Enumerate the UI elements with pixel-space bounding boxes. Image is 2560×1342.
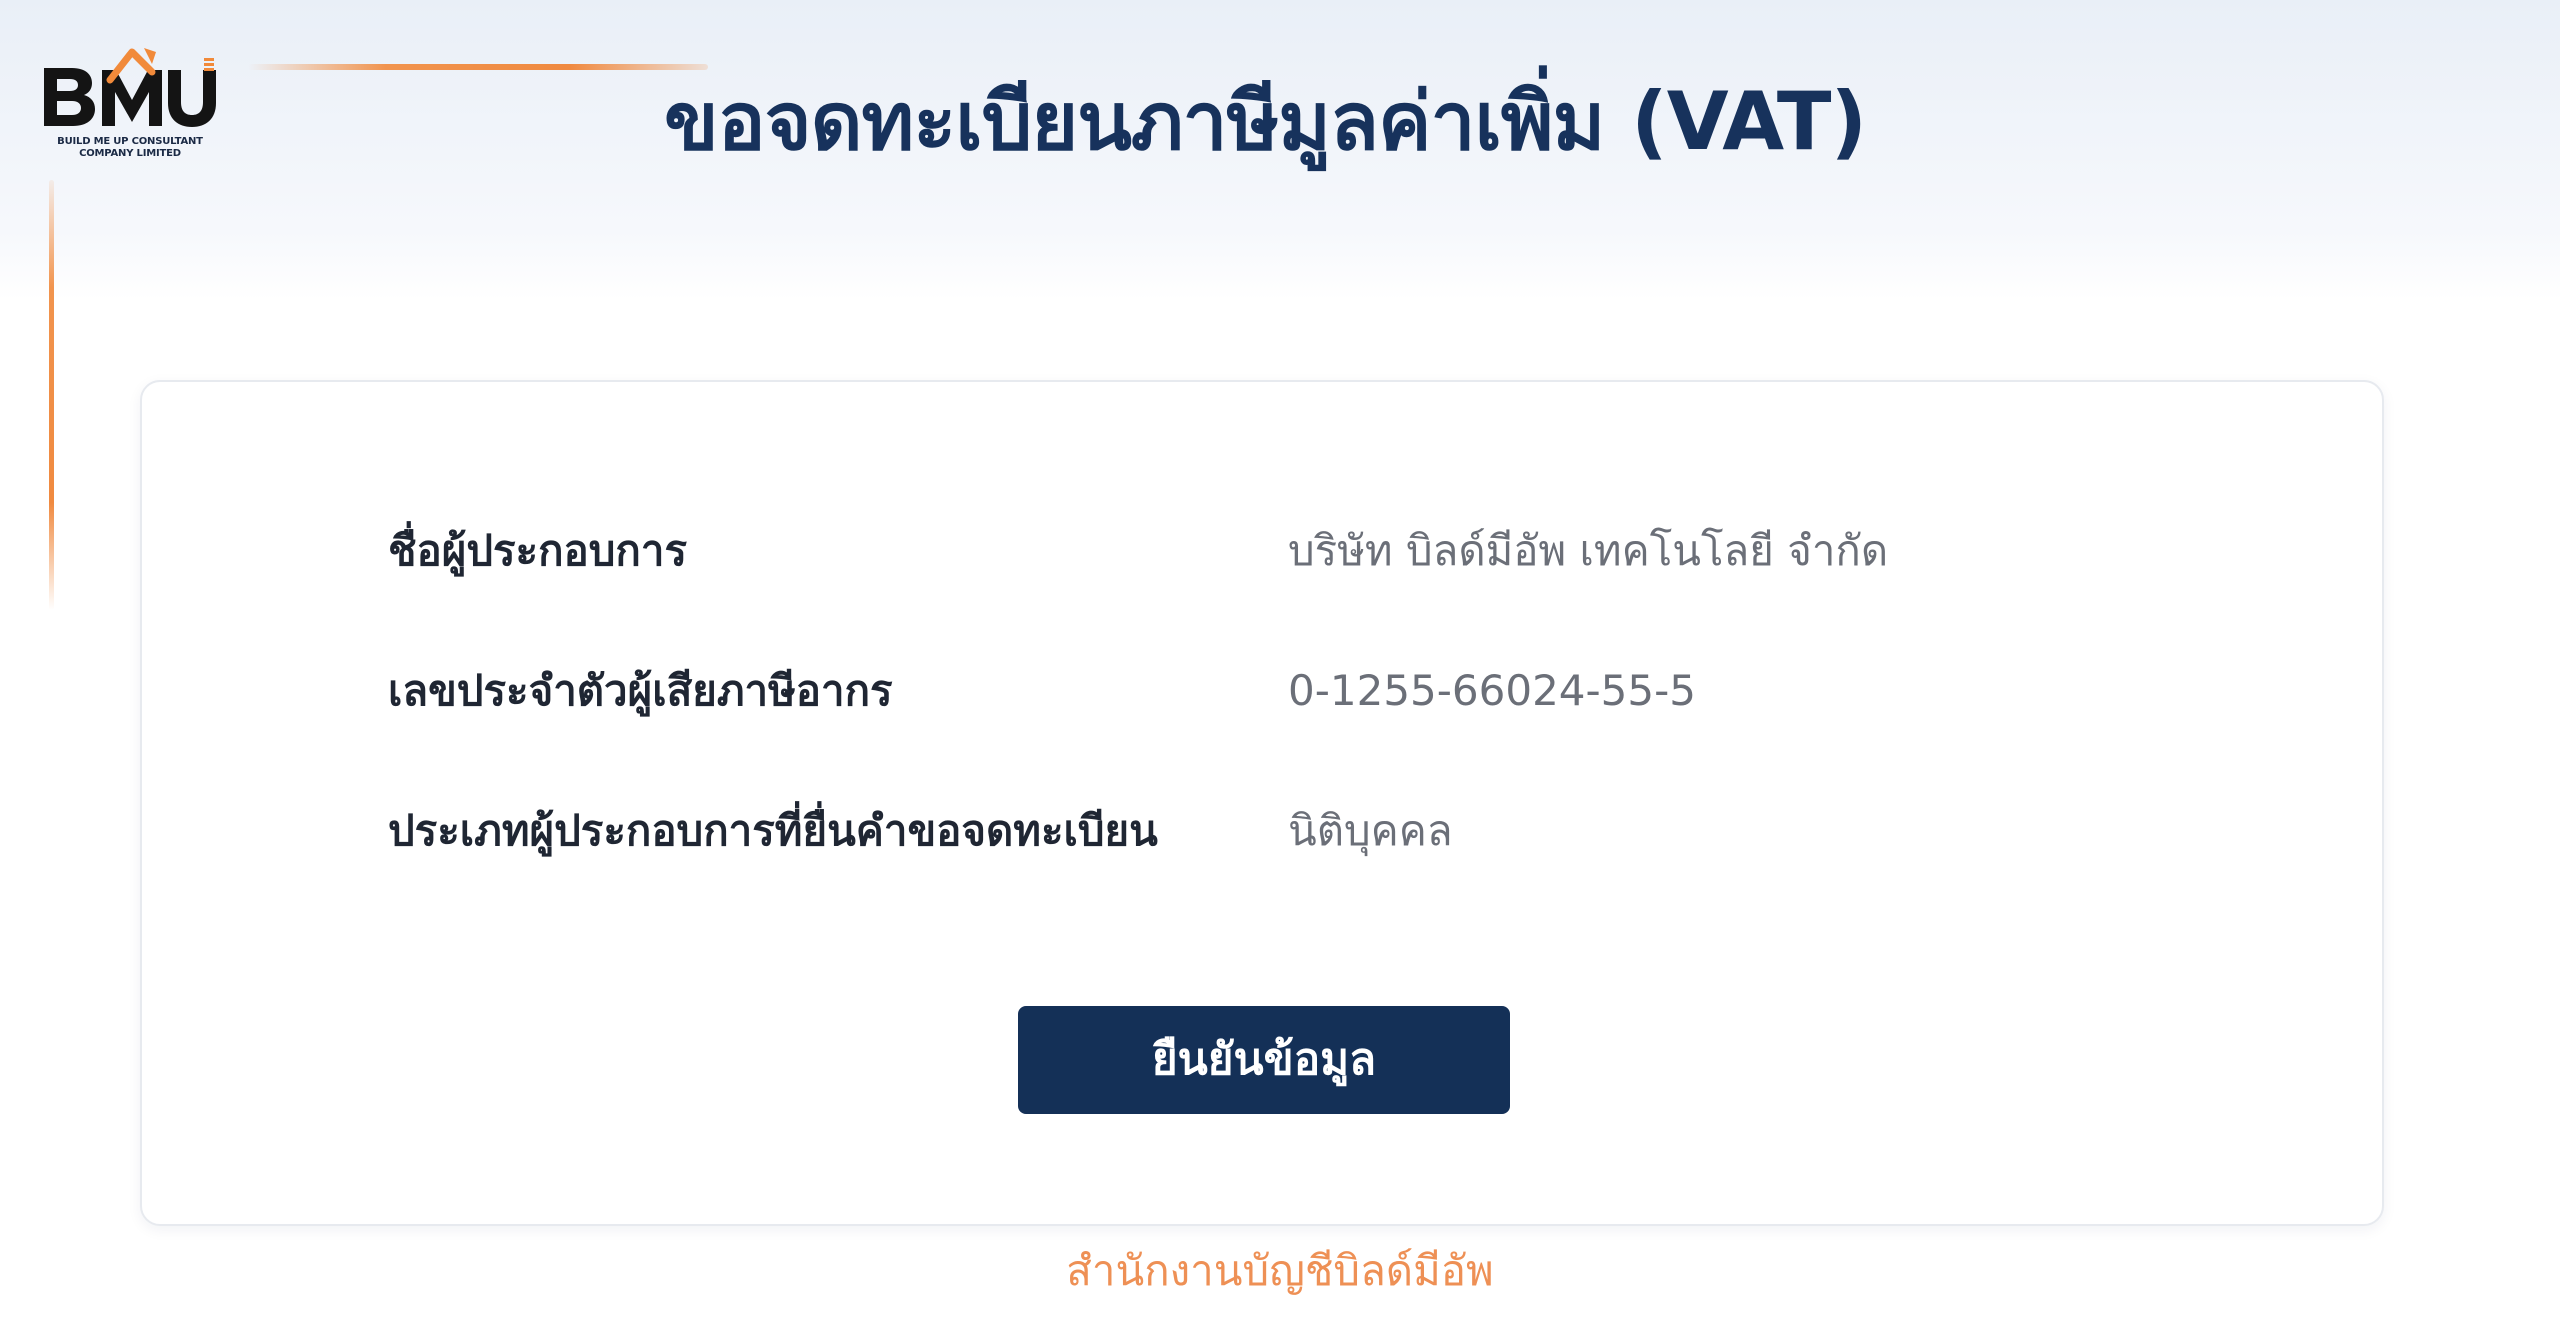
decorative-orange-line-vertical xyxy=(49,180,54,610)
page: BUILD ME UP CONSULTANT COMPANY LIMITED ข… xyxy=(0,0,2560,1342)
info-row-business-type: ประเภทผู้ประกอบการที่ยื่นคำขอจดทะเบียน น… xyxy=(388,796,2188,866)
tax-id-label: เลขประจำตัวผู้เสียภาษีอากร xyxy=(388,666,893,715)
page-title: ขอจดทะเบียนภาษีมูลค่าเพิ่ม (VAT) xyxy=(663,75,1867,168)
confirm-button[interactable]: ยืนยันข้อมูล xyxy=(1018,1006,1510,1114)
details-card: ชื่อผู้ประกอบการ บริษัท บิลด์มีอัพ เทคโน… xyxy=(140,380,2384,1226)
tax-id-value: 0-1255-66024-55-5 xyxy=(1288,666,1697,715)
business-type-value: นิติบุคคล xyxy=(1288,806,1453,855)
info-row-business-name: ชื่อผู้ประกอบการ บริษัท บิลด์มีอัพ เทคโน… xyxy=(388,516,2188,586)
info-row-tax-id: เลขประจำตัวผู้เสียภาษีอากร 0-1255-66024-… xyxy=(388,656,2188,726)
business-name-label: ชื่อผู้ประกอบการ xyxy=(388,526,688,575)
footer-company-name: สำนักงานบัญชีบิลด์มีอัพ xyxy=(1066,1246,1494,1295)
business-type-label: ประเภทผู้ประกอบการที่ยื่นคำขอจดทะเบียน xyxy=(388,806,1158,855)
business-name-value: บริษัท บิลด์มีอัพ เทคโนโลยี จำกัด xyxy=(1288,526,1889,575)
